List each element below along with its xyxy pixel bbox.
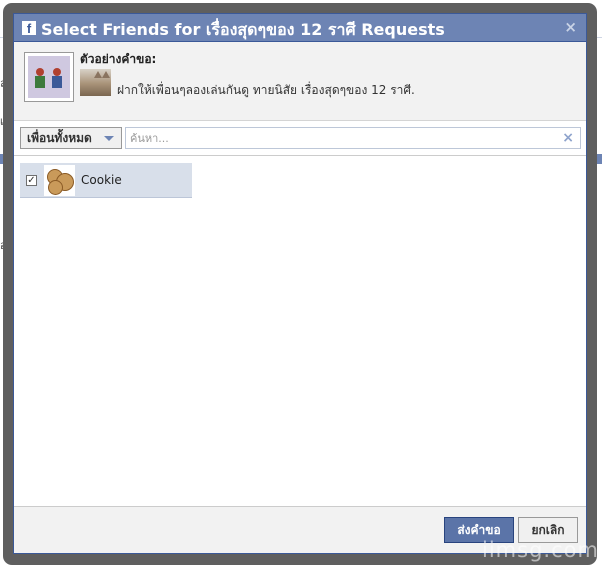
friend-filter-dropdown[interactable]: เพื่อนทั้งหมด (20, 127, 122, 149)
friend-search-box: × (125, 127, 581, 149)
friend-name: Cookie (81, 173, 122, 187)
watermark: iimsg.com (482, 538, 599, 562)
friend-filter-bar: เพื่อนทั้งหมด × (14, 121, 586, 156)
friend-search-input[interactable] (130, 130, 550, 146)
friend-checkbox[interactable]: ✓ (26, 175, 37, 186)
friend-list: ✓ Cookie (14, 156, 586, 507)
facebook-logo-icon: f (22, 21, 36, 36)
preview-label: ตัวอย่างคำขอ: (80, 52, 157, 66)
dialog-title-bar: f Select Friends for เรื่องสุดๆของ 12 รา… (14, 14, 586, 42)
clear-search-icon[interactable]: × (562, 130, 574, 146)
select-friends-dialog: f Select Friends for เรื่องสุดๆของ 12 รา… (13, 13, 587, 554)
preview-message: ฝากให้เพื่อนๆลองเล่นกันดู ทายนิสัย เรื่อ… (117, 83, 415, 97)
friend-avatar (44, 165, 75, 196)
chevron-down-icon (104, 136, 114, 141)
request-preview: ตัวอย่างคำขอ: ฝากให้เพื่อนๆลองเล่นกันดู … (14, 42, 586, 121)
friend-item-cookie[interactable]: ✓ Cookie (20, 163, 192, 198)
friend-filter-label: เพื่อนทั้งหมด (27, 131, 92, 145)
dialog-title: Select Friends for เรื่องสุดๆของ 12 ราศี… (41, 20, 445, 39)
close-icon[interactable]: × (564, 18, 577, 36)
app-icon (24, 52, 74, 102)
sender-avatar (80, 69, 111, 96)
